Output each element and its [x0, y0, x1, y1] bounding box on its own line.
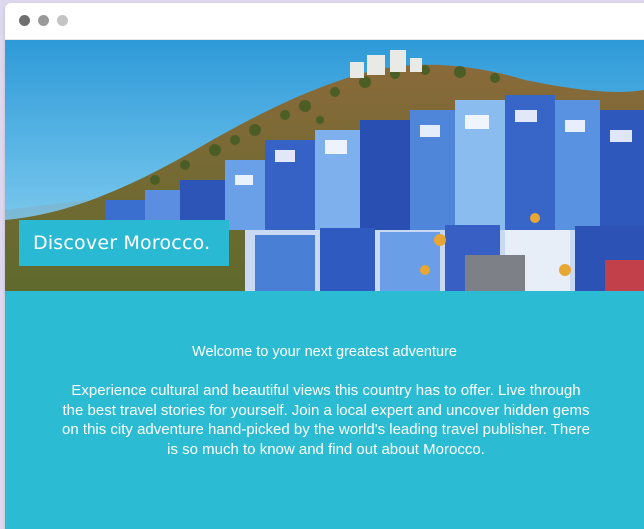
window-titlebar — [5, 3, 644, 40]
content-section: Welcome to your next greatest adventure … — [5, 291, 644, 529]
maximize-window-dot[interactable] — [57, 15, 68, 26]
description-text: Experience cultural and beautiful views … — [62, 382, 590, 458]
minimize-window-dot[interactable] — [38, 15, 49, 26]
hero-section: Discover Morocco. — [5, 40, 644, 291]
hero-title-badge: Discover Morocco. — [19, 220, 229, 266]
close-window-dot[interactable] — [19, 15, 30, 26]
browser-window: Discover Morocco. Welcome to your next g… — [5, 3, 644, 529]
welcome-heading: Welcome to your next greatest adventure — [192, 344, 457, 360]
